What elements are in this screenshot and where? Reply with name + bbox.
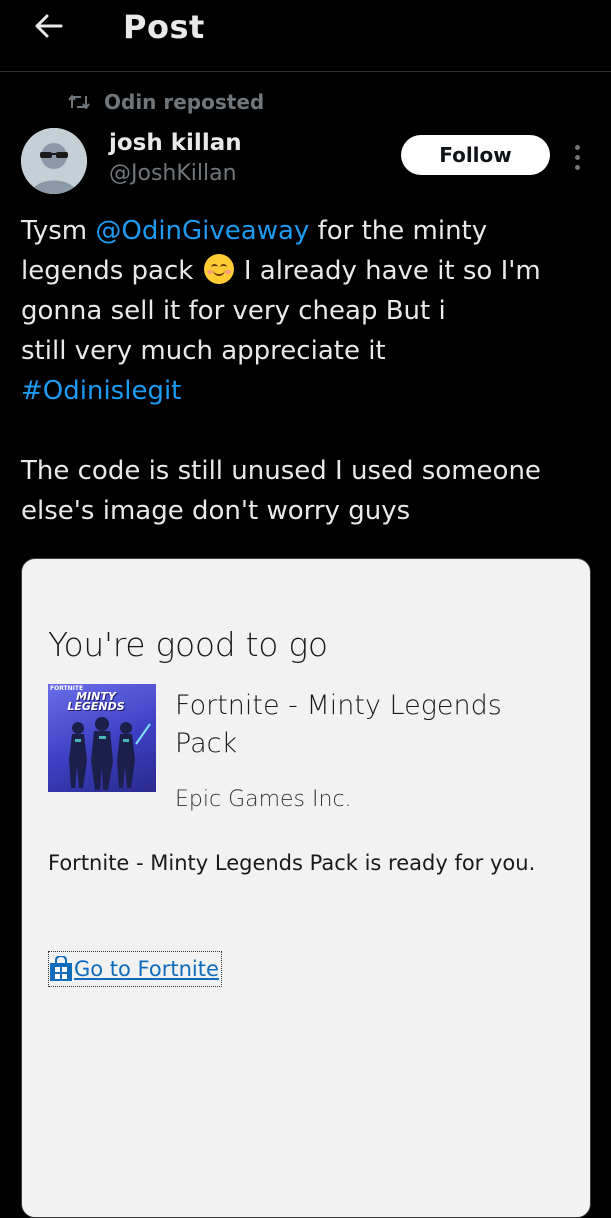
mention-link[interactable]: @OdinGiveaway [95, 216, 309, 246]
post-text-line: Tysm @OdinGiveaway for the minty [21, 216, 488, 246]
post-text-blank-line [21, 411, 596, 451]
microsoft-store-icon [50, 956, 72, 981]
go-to-fortnite-label: Go to Fortnite [74, 957, 219, 981]
author-name[interactable]: josh killan [109, 130, 242, 156]
go-to-fortnite-link[interactable]: Go to Fortnite [48, 951, 222, 987]
avatar[interactable] [21, 128, 87, 194]
product-image: FORTNITE MINTY LEGENDS [48, 684, 156, 792]
author-handle[interactable]: @JoshKillan [109, 161, 237, 186]
avatar-default-icon [21, 128, 87, 194]
smiling-face-emoji-icon [203, 254, 234, 284]
top-bar: Post [0, 0, 611, 72]
post-text-line: gonna sell it for very cheap But i [21, 296, 446, 326]
ready-message: Fortnite - Minty Legends Pack is ready f… [48, 851, 536, 875]
store-heading: You're good to go [48, 625, 328, 664]
more-dot-icon [574, 164, 580, 170]
repost-label[interactable]: Odin reposted [104, 90, 264, 114]
back-button[interactable] [28, 6, 68, 46]
product-publisher: Epic Games Inc. [175, 787, 352, 812]
more-dot-icon [574, 144, 580, 150]
repost-icon [68, 95, 90, 109]
page-title: Post [123, 8, 205, 46]
post-text-line: else's image don't worry guys [21, 496, 411, 526]
repost-indicator: Odin reposted [66, 88, 264, 116]
characters-illustration [69, 717, 151, 790]
post-text-line: legends pack I already have it so I'm [21, 254, 541, 286]
attached-image[interactable]: You're good to go FORTNITE MINTY LEGENDS… [21, 558, 591, 1218]
post-text-line: still very much appreciate it [21, 336, 386, 366]
post-text-line: The code is still unused I used someone [21, 456, 541, 486]
more-dot-icon [574, 154, 580, 160]
post-text: Tysm @OdinGiveaway for the minty legends… [21, 211, 596, 531]
follow-button[interactable]: Follow [401, 135, 550, 175]
back-arrow-icon [35, 14, 63, 38]
product-title: Fortnite - Minty Legends Pack [175, 690, 502, 759]
more-options-button[interactable] [565, 140, 589, 174]
hashtag-link[interactable]: #Odinislegit [21, 371, 596, 411]
